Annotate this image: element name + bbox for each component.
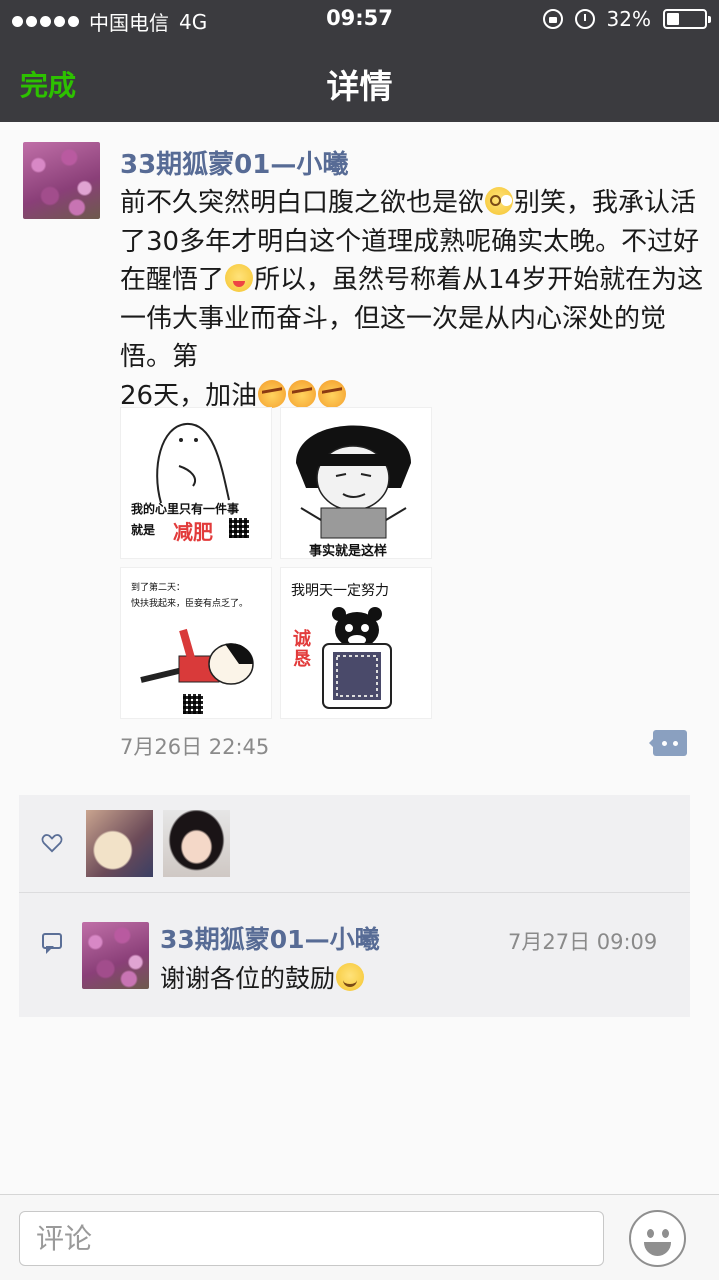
comment-text-body: 谢谢各位的鼓励 (160, 964, 336, 993)
interactions-panel: 33期狐蒙01—小曦 7月27日 09:09 谢谢各位的鼓励 (19, 795, 690, 1017)
bowl-cut-man-illustration (296, 425, 411, 539)
battery-fill (667, 13, 679, 25)
post-timestamp: 7月26日 22:45 (120, 735, 270, 759)
determined-face-emoji (288, 379, 317, 408)
emoji-button-mouth (644, 1242, 671, 1256)
comment-author-name[interactable]: 33期狐蒙01—小曦 (160, 920, 380, 956)
winking-tongue-emoji (225, 264, 254, 292)
post-image-3[interactable]: 到了第二天： 快扶我起来，臣妾有点乏了。 (120, 567, 272, 719)
comment-author-avatar[interactable] (82, 922, 149, 989)
battery-percent: 32% (606, 7, 651, 31)
heart-icon (41, 834, 63, 853)
emoji-picker-button[interactable] (629, 1210, 686, 1267)
image-1-caption-line1: 我的心里只有一件事 (131, 502, 240, 516)
image-1-caption-highlight: 减肥 (173, 520, 213, 544)
comment-input-bar (0, 1194, 719, 1280)
image-2-caption: 事实就是这样 (309, 544, 388, 559)
post-image-4[interactable]: 我明天一定努力 诚恳 (280, 567, 432, 719)
qr-code-icon (183, 694, 203, 714)
comment-timestamp: 7月27日 09:09 (508, 930, 658, 954)
image-1-caption-line2: 就是 (131, 523, 156, 537)
top-header: 中国电信 4G 09:57 32% 完成 详情 (0, 0, 719, 122)
liker-avatar[interactable] (163, 810, 230, 877)
emoji-button-eye (662, 1229, 669, 1238)
smiling-face-emoji (336, 963, 365, 991)
comment-input[interactable] (19, 1211, 604, 1266)
status-bar: 中国电信 4G 09:57 32% (0, 0, 719, 40)
determined-face-emoji (258, 379, 287, 408)
post-text: 前不久突然明白口腹之欲也是欲 别笑，我承认活了30多年才明白这个道理成熟呢确实太晚… (120, 184, 705, 415)
more-actions-button[interactable] (649, 730, 687, 756)
determined-face-emoji (318, 379, 347, 408)
flushed-face-emoji (485, 187, 514, 215)
post-text-part-1: 前不久突然明白口腹之欲也是欲 (120, 188, 485, 218)
post-author-avatar[interactable] (23, 142, 100, 219)
qr-code-icon (229, 518, 249, 538)
post-image-2[interactable]: 事实就是这样 (280, 407, 432, 559)
liker-avatar[interactable] (86, 810, 153, 877)
emoji-button-eye (647, 1229, 654, 1238)
battery-icon (663, 9, 711, 29)
post-author-name[interactable]: 33期狐蒙01—小曦 (120, 144, 348, 181)
post-image-grid: 我的心里只有一件事 就是 减肥 事实就是这样 到了第二天： 快扶我起来，臣妾有点… (120, 407, 432, 719)
rotation-lock-icon (542, 9, 563, 29)
post-text-part-4: 26天，加油 (120, 380, 258, 411)
page-title: 详情 (326, 67, 393, 106)
kumamon-bear-illustration (322, 607, 392, 709)
comment-icon (42, 933, 62, 954)
comment-text[interactable]: 谢谢各位的鼓励 (160, 959, 365, 995)
alarm-icon (574, 9, 595, 29)
panel-divider (19, 892, 690, 893)
post-image-1[interactable]: 我的心里只有一件事 就是 减肥 (120, 407, 272, 559)
